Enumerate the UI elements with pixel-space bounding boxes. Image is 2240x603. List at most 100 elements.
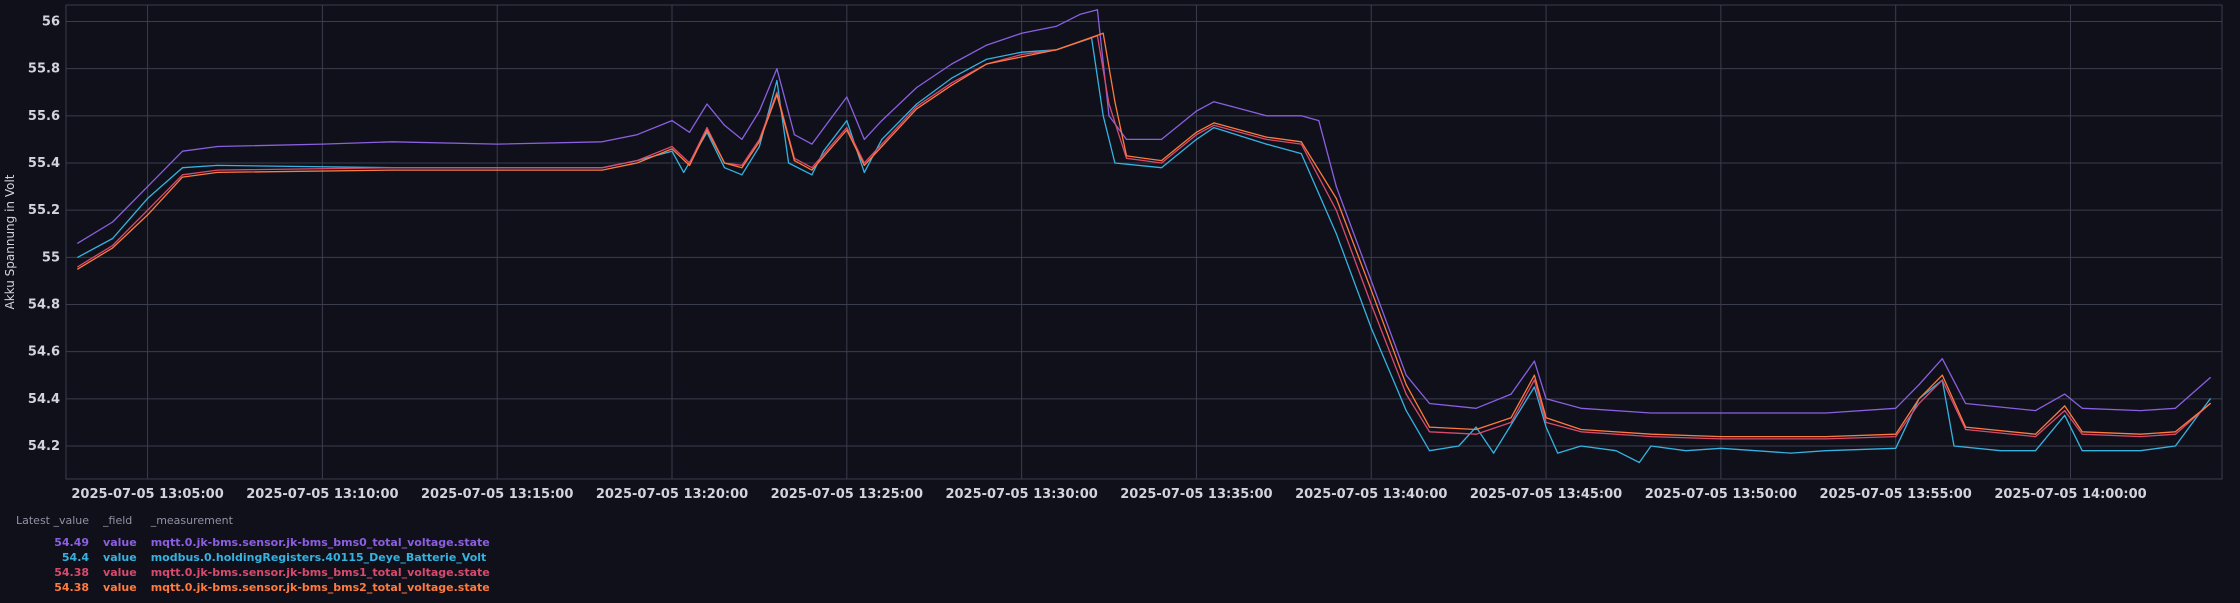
legend-latest-value: 54.49 — [54, 536, 90, 549]
legend-latest-value: 54.4 — [61, 551, 90, 564]
y-tick-label: 54.8 — [28, 297, 60, 312]
data-point — [2081, 407, 2083, 409]
legend-header-field[interactable]: _field — [103, 514, 151, 536]
data-point — [1428, 431, 1431, 433]
data-point — [1213, 122, 1215, 124]
data-point — [1650, 445, 1652, 447]
data-point — [181, 176, 184, 178]
data-point — [2081, 431, 2083, 433]
data-point — [1108, 115, 1110, 117]
data-point — [1300, 141, 1302, 143]
data-point — [1510, 393, 1512, 395]
data-point — [2081, 450, 2083, 452]
legend-field: value — [103, 581, 137, 594]
data-point — [2174, 407, 2176, 409]
x-tick-label: 2025-07-05 13:35:00 — [1120, 487, 1272, 502]
data-point — [391, 141, 393, 143]
data-point — [1079, 13, 1081, 15]
data-point — [863, 171, 865, 173]
chart-series — [77, 9, 2211, 464]
data-point — [1580, 428, 1582, 431]
data-point — [1265, 138, 1267, 140]
data-point — [1580, 407, 1582, 409]
data-point — [1405, 384, 1407, 386]
x-tick-label: 2025-07-05 13:25:00 — [771, 487, 923, 502]
data-point — [1102, 115, 1104, 117]
legend-row[interactable]: 54.38 value mqtt.0.jk-bms.sensor.jk-bms_… — [16, 581, 504, 596]
legend-header-latest[interactable]: Latest _value — [16, 514, 103, 536]
data-point — [112, 221, 114, 223]
legend-table: Latest _value _field _measurement 54.49 … — [16, 514, 504, 596]
data-point — [391, 169, 393, 171]
x-tick-label: 2025-07-05 13:10:00 — [246, 487, 398, 502]
data-point — [1021, 56, 1023, 58]
data-point — [951, 84, 953, 86]
data-point — [1114, 101, 1116, 103]
x-tick-label: 2025-07-05 13:45:00 — [1470, 487, 1622, 502]
data-point — [2000, 450, 2002, 452]
y-tick-label: 55 — [42, 250, 60, 265]
data-point — [216, 171, 219, 173]
data-point — [601, 169, 603, 171]
data-point — [1195, 138, 1197, 140]
data-point — [147, 209, 149, 211]
data-point — [1096, 9, 1098, 11]
data-point — [1825, 438, 1827, 440]
data-point — [788, 162, 790, 164]
data-point — [1335, 209, 1337, 211]
data-point — [181, 167, 184, 169]
data-point — [881, 143, 883, 145]
data-point — [723, 124, 726, 126]
y-tick-label: 54.2 — [28, 439, 60, 454]
data-point — [951, 77, 953, 79]
data-point — [1965, 426, 1967, 428]
data-point — [1615, 450, 1617, 452]
data-point — [1510, 417, 1512, 419]
data-point — [846, 96, 848, 98]
data-point — [758, 145, 761, 148]
data-point — [1335, 186, 1337, 188]
data-point — [758, 141, 761, 143]
data-point — [1475, 433, 1477, 435]
data-point — [1895, 407, 1897, 409]
data-point — [2081, 433, 2083, 435]
data-point — [811, 167, 813, 169]
data-point — [1405, 374, 1407, 376]
data-point — [706, 127, 708, 129]
x-tick-label: 2025-07-05 13:50:00 — [1645, 487, 1797, 502]
legend-row[interactable]: 54.49 value mqtt.0.jk-bms.sensor.jk-bms_… — [16, 536, 504, 551]
data-point — [1918, 384, 1920, 386]
data-point — [1475, 426, 1477, 428]
data-point — [1125, 157, 1128, 159]
data-point — [683, 171, 685, 173]
data-point — [1545, 417, 1547, 419]
data-point — [706, 129, 708, 131]
data-point — [636, 160, 638, 162]
legend-row[interactable]: 54.38 value mqtt.0.jk-bms.sensor.jk-bms_… — [16, 566, 504, 581]
data-point — [1510, 421, 1512, 423]
data-point — [1720, 438, 1722, 440]
data-point — [881, 120, 883, 122]
data-point — [1300, 153, 1302, 155]
legend-row[interactable]: 54.4 value modbus.0.holdingRegisters.401… — [16, 551, 504, 566]
data-point — [1825, 436, 1827, 438]
data-point — [1265, 143, 1267, 145]
data-point — [1638, 461, 1640, 464]
data-point — [1533, 374, 1535, 376]
legend-header-measurement[interactable]: _measurement — [151, 514, 504, 536]
x-tick-label: 2025-07-05 13:30:00 — [945, 487, 1097, 502]
data-point — [147, 197, 149, 199]
data-point — [688, 131, 691, 133]
data-point — [846, 127, 848, 129]
data-point — [112, 237, 114, 240]
data-point — [1021, 53, 1023, 56]
data-point — [216, 145, 219, 148]
data-point — [1195, 131, 1197, 133]
data-point — [776, 79, 778, 82]
data-point — [1493, 452, 1495, 454]
x-tick-label: 2025-07-05 13:55:00 — [1820, 487, 1972, 502]
data-point — [741, 174, 743, 176]
data-point — [776, 91, 778, 93]
legend-measurement: mqtt.0.jk-bms.sensor.jk-bms_bms0_total_v… — [150, 536, 490, 549]
series-2 — [77, 35, 2211, 440]
